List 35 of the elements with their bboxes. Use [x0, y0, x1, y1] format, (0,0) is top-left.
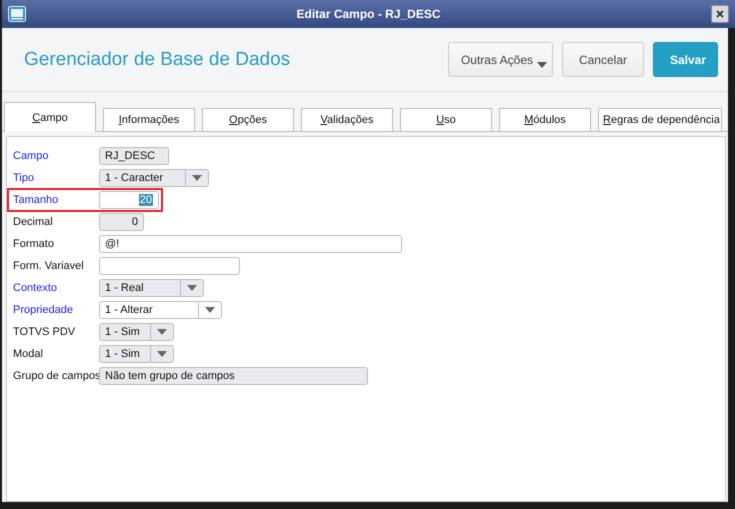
dropdown[interactable]: 1 - Alterar [99, 301, 222, 319]
field-label: Tamanho [13, 194, 60, 206]
field-label: TOTVS PDV [13, 326, 76, 338]
field-label: Campo [13, 150, 50, 162]
tab[interactable]: Informações [103, 108, 195, 131]
dropdown-arrow-icon [205, 307, 215, 313]
dropdown-arrow-icon [192, 175, 202, 181]
tab[interactable]: Campo [4, 102, 96, 132]
input-field[interactable] [99, 257, 240, 275]
action-button[interactable]: Cancelar [562, 42, 644, 77]
close-button[interactable] [711, 5, 729, 23]
field-label: Tipo [13, 172, 35, 184]
window-icon [8, 6, 26, 22]
caret-icon [536, 62, 547, 68]
action-button[interactable]: Outras Ações [448, 42, 553, 77]
input-field[interactable]: @! [99, 235, 402, 253]
field-label: Contexto [13, 282, 58, 294]
dropdown-arrow-icon [157, 329, 167, 335]
tab[interactable]: Uso [400, 108, 492, 131]
page-title: Gerenciador de Base de Dados [24, 48, 292, 70]
field-label: Modal [13, 348, 44, 360]
tab[interactable]: Validações [301, 108, 393, 131]
close-icon [716, 10, 724, 18]
field-label: Form. Variavel [13, 260, 85, 272]
tab[interactable]: Módulos [499, 108, 591, 131]
field-label: Propriedade [13, 304, 74, 316]
field-label: Formato [13, 238, 55, 250]
field-label: Grupo de campos [13, 370, 99, 382]
tab[interactable]: Opções [202, 108, 294, 131]
window-title: Editar Campo - RJ_DESC [295, 7, 442, 21]
dropdown-arrow-icon [187, 285, 197, 291]
tab[interactable]: Regras de dependência [598, 108, 722, 131]
field-label: Decimal [13, 216, 54, 228]
input-field[interactable]: 20 [99, 191, 159, 209]
dropdown-arrow-icon [157, 351, 167, 357]
